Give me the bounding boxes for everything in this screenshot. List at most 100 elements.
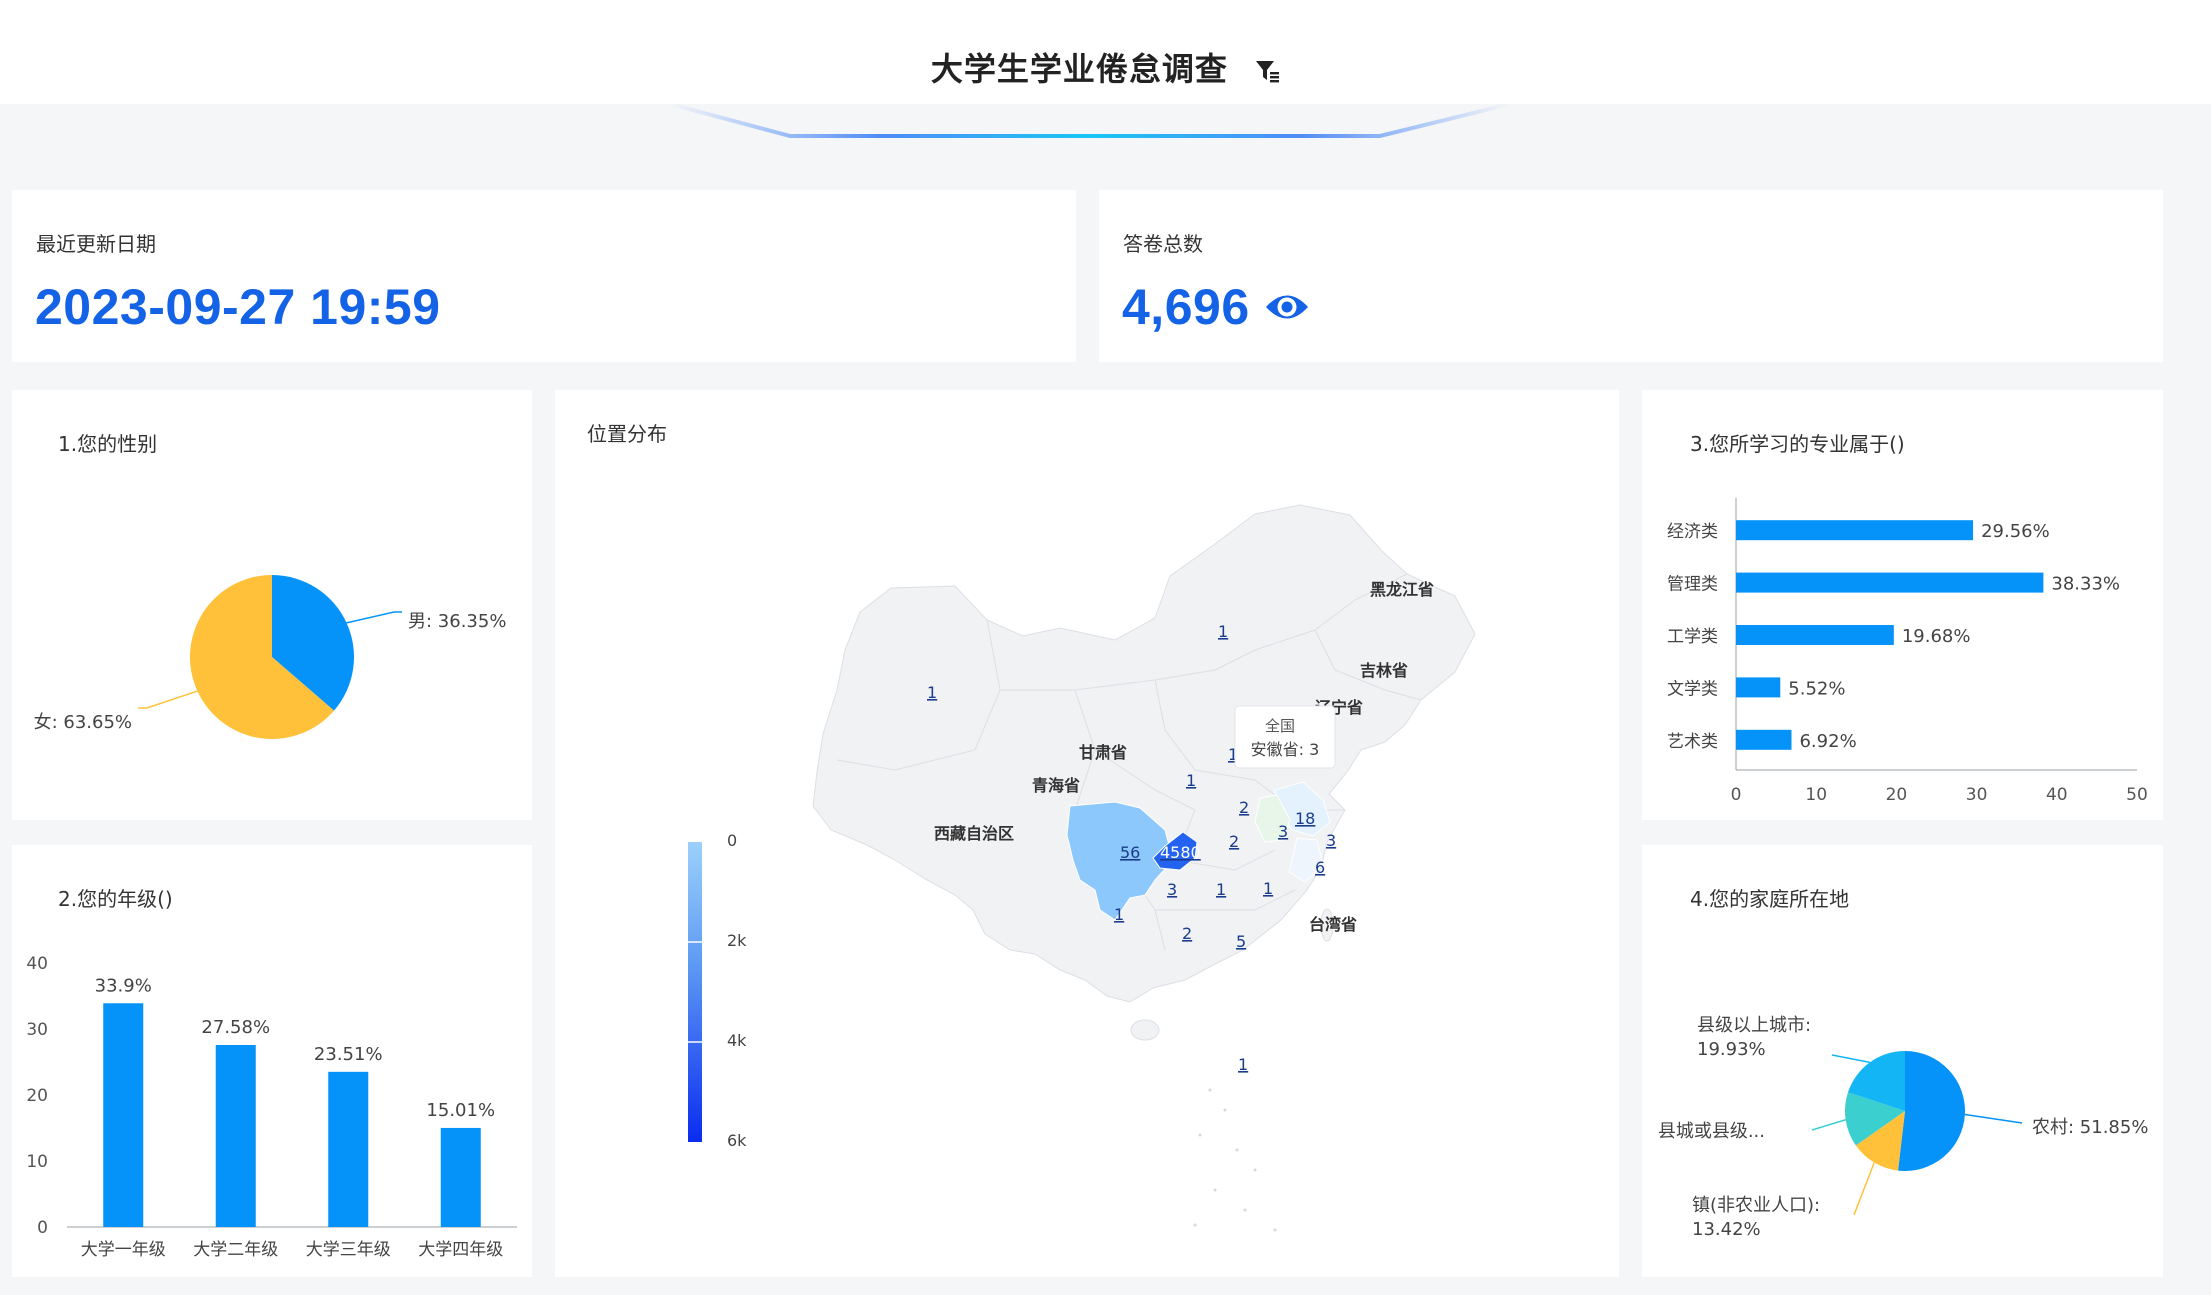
map-value-label[interactable]: 1: [1114, 905, 1124, 924]
grade-card: 2.您的年级() 0 10 20 30 40 33.9% 大学一年级 27.58% 大学二年级 2…: [12, 845, 532, 1277]
bar-value-label: 19.68%: [1902, 626, 1971, 647]
page-title: 大学生学业倦怠调查: [0, 44, 2211, 90]
bar[interactable]: [1736, 677, 1781, 698]
map-tooltip-title: 全国: [1265, 717, 1295, 735]
x-tick-label: 50: [2126, 785, 2148, 805]
pie-slice-农村[interactable]: [1898, 1051, 1965, 1171]
pie-slice-label: 13.42%: [1692, 1219, 1761, 1240]
y-tick-label: 管理类: [1667, 575, 1718, 595]
map-value-label[interactable]: 4580: [1160, 843, 1201, 862]
y-tick-label: 工学类: [1667, 627, 1718, 647]
map-value-label[interactable]: 6: [1315, 858, 1325, 877]
kpi-total-label: 答卷总数: [1123, 232, 1203, 256]
map-region-hainan: [1130, 1019, 1160, 1041]
gender-pie-chart: 男: 36.35% 女: 63.65%: [34, 575, 506, 739]
map-value-label[interactable]: 3: [1278, 822, 1288, 841]
major-bar-chart: 0 10 20 30 40 50 29.56% 经济类 38.33% 管理类 19.68% 工学类 5.…: [1667, 498, 2148, 805]
kpi-updated-label: 最近更新日期: [36, 232, 156, 256]
pie-label-line: [1964, 1113, 2023, 1124]
map-value-label[interactable]: 56: [1120, 843, 1140, 862]
bar-value-label: 15.01%: [426, 1100, 495, 1121]
pie-slice-label: 县城或县级...: [1658, 1121, 1765, 1142]
map-value-label[interactable]: 2: [1229, 832, 1239, 851]
y-tick-label: 经济类: [1667, 522, 1718, 542]
bar[interactable]: [328, 1071, 369, 1227]
kpi-total-value: 4,696: [1122, 279, 1250, 335]
bar[interactable]: [215, 1044, 256, 1227]
bar-value-label: 38.33%: [2051, 574, 2120, 595]
y-tick-label: 文学类: [1667, 679, 1718, 699]
y-tick-label: 艺术类: [1667, 732, 1718, 752]
map-value-label[interactable]: 3: [1326, 831, 1336, 850]
map-legend-tick: 6k: [727, 1131, 747, 1150]
map-value-label[interactable]: 1: [1238, 1055, 1248, 1074]
bar[interactable]: [1736, 625, 1894, 645]
pie-slice-label: 镇(非农业人口):: [1692, 1195, 1820, 1216]
grade-bar-chart: 0 10 20 30 40 33.9% 大学一年级 27.58% 大学二年级 23.51% 大学三年…: [26, 954, 517, 1260]
x-tick-label: 大学二年级: [193, 1240, 278, 1260]
pie-slice-label: 农村: 51.85%: [2032, 1117, 2148, 1138]
map-value-label[interactable]: 1: [1263, 879, 1273, 898]
bar-value-label: 27.58%: [201, 1017, 270, 1038]
bar[interactable]: [1736, 729, 1792, 750]
y-tick-label: 20: [26, 1086, 48, 1106]
pie-slice-label: 19.93%: [1697, 1039, 1766, 1060]
map-legend[interactable]: 0 2k 4k 6k: [688, 831, 747, 1150]
eye-icon[interactable]: [1264, 290, 1310, 324]
y-tick-label: 40: [26, 954, 48, 974]
bar[interactable]: [440, 1127, 481, 1227]
map-value-label[interactable]: 18: [1295, 809, 1315, 828]
bar-value-label: 29.56%: [1981, 521, 2050, 542]
map-tooltip-text: 安徽省: 3: [1251, 740, 1320, 759]
header-decoration: [669, 102, 1511, 138]
map-label-heilongjiang: 黑龙江省: [1370, 580, 1434, 599]
map-value-label[interactable]: 1: [1216, 880, 1226, 899]
home-pie-chart: 农村: 51.85% 镇(非农业人口): 13.42% 县城或县级... 县级以上城市:…: [1658, 1015, 2149, 1240]
map-value-label[interactable]: 5: [1236, 932, 1246, 951]
map-label-qinghai: 青海省: [1032, 776, 1080, 795]
map-tooltip: 全国 安徽省: 3: [1234, 705, 1336, 769]
bar[interactable]: [103, 1003, 144, 1227]
major-card: 3.您所学习的专业属于() 0 10 20 30 40 50 29.56% 经济类 38.33%…: [1642, 390, 2163, 820]
south-sea-islands: [1193, 1088, 1277, 1232]
bar-value-label: 6.92%: [1799, 731, 1856, 752]
map-card: 位置分布 黑龙江省 吉林省 辽宁省 甘肃省 青海省 西藏自治区 台湾省 1 1 …: [555, 390, 1619, 1277]
x-tick-label: 0: [1731, 785, 1742, 805]
pie-label-line: [1811, 1119, 1846, 1131]
dashboard-header: 大学生学业倦怠调查: [0, 0, 2211, 104]
map-label-xizang: 西藏自治区: [934, 824, 1014, 843]
map-label-gansu: 甘肃省: [1079, 743, 1127, 762]
x-tick-label: 大学一年级: [81, 1240, 166, 1260]
pie-label-line: [1831, 1054, 1870, 1064]
pie-slice-label: 女: 63.65%: [34, 712, 132, 733]
map-label-jilin: 吉林省: [1360, 661, 1408, 680]
gender-card: 1.您的性别 男: 36.35% 女: 63.65%: [12, 390, 532, 820]
kpi-card-updated: 最近更新日期 2023-09-27 19:59: [12, 190, 1076, 362]
map-value-label[interactable]: 1: [1218, 622, 1228, 641]
page-title-text: 大学生学业倦怠调查: [930, 50, 1228, 88]
map-legend-tick: 0: [727, 831, 737, 850]
bar[interactable]: [1736, 520, 1974, 541]
pie-label-line: [138, 690, 198, 709]
map-value-label[interactable]: 1: [1186, 771, 1196, 790]
y-tick-label: 0: [37, 1218, 48, 1238]
pie-slice-label: 县级以上城市:: [1697, 1015, 1811, 1036]
filter-icon[interactable]: [1254, 58, 1280, 84]
map-value-label[interactable]: 1: [927, 683, 937, 702]
map-value-label[interactable]: 2: [1239, 798, 1249, 817]
map-legend-tick: 4k: [727, 1031, 747, 1050]
pie-slice-label: 男: 36.35%: [408, 611, 506, 632]
map-legend-tick: 2k: [727, 931, 747, 950]
china-map[interactable]: 黑龙江省 吉林省 辽宁省 甘肃省 青海省 西藏自治区 台湾省 1 1 56 45…: [555, 390, 1619, 1277]
home-card: 4.您的家庭所在地 农村: 51.85% 镇(非农业人口): 13.42% 县城或县级…: [1642, 845, 2163, 1277]
bar-value-label: 33.9%: [95, 975, 152, 996]
y-tick-label: 30: [26, 1020, 48, 1040]
x-tick-label: 40: [2046, 785, 2068, 805]
map-value-label[interactable]: 3: [1167, 880, 1177, 899]
kpi-card-total: 答卷总数 4,696: [1099, 190, 2163, 362]
x-tick-label: 30: [1966, 785, 1988, 805]
bar[interactable]: [1736, 572, 2044, 593]
map-value-label[interactable]: 2: [1182, 924, 1192, 943]
kpi-updated-value: 2023-09-27 19:59: [35, 279, 441, 335]
x-tick-label: 10: [1805, 785, 1827, 805]
